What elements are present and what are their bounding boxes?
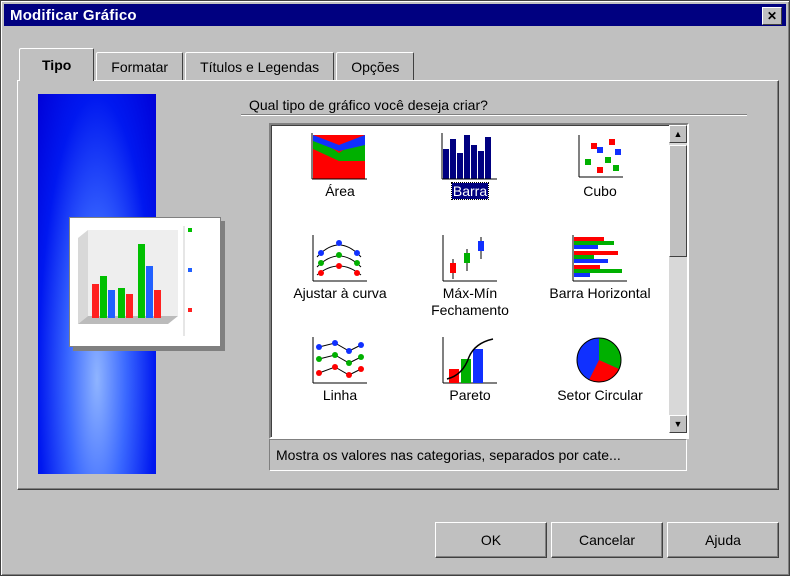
chart-type-label: Máx-Mín Fechamento bbox=[405, 285, 535, 319]
selected-label: Barra bbox=[450, 182, 490, 200]
chart-type-label: Setor Circular bbox=[557, 387, 643, 403]
close-icon: ✕ bbox=[766, 9, 778, 23]
chart-type-label: Área bbox=[325, 183, 355, 199]
gallery-scrollbar[interactable]: ▲ ▼ bbox=[669, 125, 687, 433]
chart-type-pie[interactable]: Setor Circular bbox=[535, 331, 665, 431]
scroll-up-button[interactable]: ▲ bbox=[669, 125, 687, 143]
chart-type-label: Ajustar à curva bbox=[293, 285, 387, 301]
ok-button[interactable]: OK bbox=[435, 522, 547, 558]
scroll-thumb[interactable] bbox=[669, 145, 687, 257]
chart-type-label-selected: Barra bbox=[405, 182, 535, 200]
tab-strip: Tipo Formatar Títulos e Legendas Opções bbox=[19, 48, 416, 81]
label-line-2: Fechamento bbox=[431, 302, 509, 318]
dialog-title: Modificar Gráfico bbox=[10, 6, 137, 24]
pie-chart-icon bbox=[576, 337, 622, 383]
tab-titulos-legendas[interactable]: Títulos e Legendas bbox=[185, 52, 335, 81]
modify-chart-dialog: Modificar Gráfico ✕ Tipo Formatar Título… bbox=[0, 0, 790, 576]
arrow-up-icon: ▲ bbox=[673, 129, 683, 139]
high-low-close-chart-icon bbox=[442, 235, 497, 282]
chart-preview-thumbnail bbox=[69, 217, 221, 347]
close-button[interactable]: ✕ bbox=[762, 7, 782, 25]
chart-type-area[interactable]: Área bbox=[275, 127, 405, 227]
pareto-chart-icon bbox=[442, 337, 497, 384]
chart-type-horizontal-bar[interactable]: Barra Horizontal bbox=[535, 229, 665, 329]
tab-opcoes[interactable]: Opções bbox=[336, 52, 415, 81]
line-chart-icon bbox=[312, 337, 367, 384]
horizontal-bar-chart-icon bbox=[572, 235, 627, 282]
help-button[interactable]: Ajuda bbox=[667, 522, 779, 558]
chart-type-high-low-close[interactable]: Máx-Mín Fechamento bbox=[405, 229, 535, 329]
cube-chart-icon bbox=[578, 135, 623, 178]
label-line-1: Máx-Mín bbox=[442, 285, 498, 301]
chart-type-curve-fit[interactable]: Ajustar à curva bbox=[275, 229, 405, 329]
chart-type-label: Pareto bbox=[449, 387, 491, 403]
chart-type-label: Linha bbox=[322, 387, 358, 403]
chart-type-prompt: Qual tipo de gráfico você deseja criar? bbox=[249, 97, 488, 113]
chart-type-gallery[interactable]: Área Barra Cubo Ajustar à curva Máx-Mín … bbox=[269, 123, 689, 439]
chart-type-bar[interactable]: Barra bbox=[405, 127, 535, 227]
title-bar[interactable]: Modificar Gráfico ✕ bbox=[4, 4, 786, 26]
chart-type-label: Barra Horizontal bbox=[549, 285, 651, 301]
prompt-divider bbox=[241, 114, 747, 116]
bar-chart-icon bbox=[441, 133, 497, 180]
curve-fit-chart-icon bbox=[312, 235, 367, 282]
scroll-down-button[interactable]: ▼ bbox=[669, 415, 687, 433]
arrow-down-icon: ▼ bbox=[673, 419, 683, 429]
chart-type-line[interactable]: Linha bbox=[275, 331, 405, 431]
area-chart-icon bbox=[311, 133, 367, 180]
tab-tipo[interactable]: Tipo bbox=[19, 48, 95, 81]
cancel-button[interactable]: Cancelar bbox=[551, 522, 663, 558]
chart-type-label: Cubo bbox=[583, 183, 617, 199]
chart-type-description: Mostra os valores nas categorias, separa… bbox=[269, 439, 687, 471]
chart-type-cube[interactable]: Cubo bbox=[535, 127, 665, 227]
chart-type-pareto[interactable]: Pareto bbox=[405, 331, 535, 431]
tab-formatar[interactable]: Formatar bbox=[96, 52, 184, 81]
